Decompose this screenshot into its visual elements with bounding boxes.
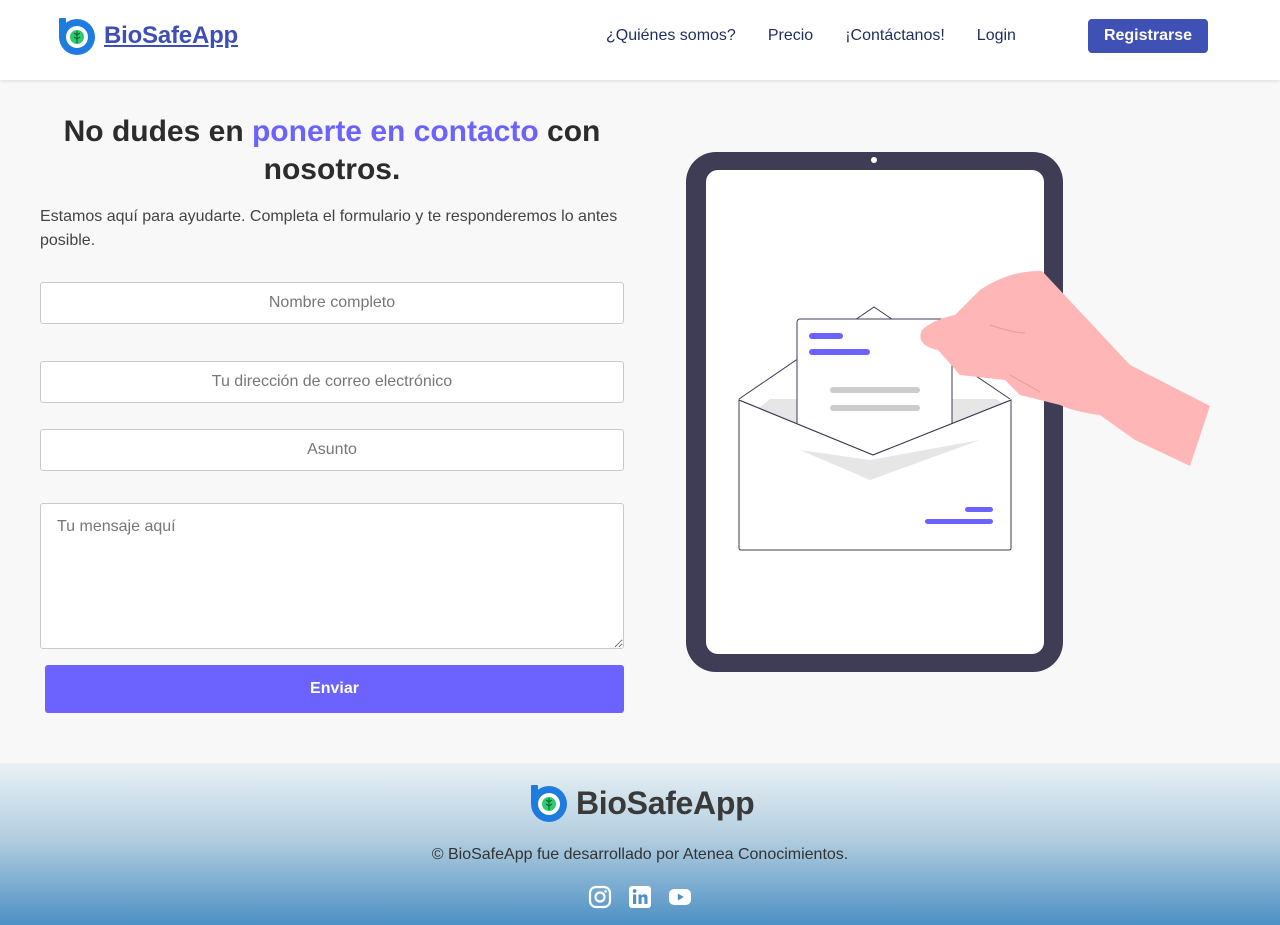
contact-illustration (686, 152, 1210, 672)
register-button[interactable]: Registrarse (1087, 19, 1208, 53)
contact-section: No dudes en ponerte en contacto con noso… (0, 80, 1280, 763)
biosafe-logo-icon (59, 18, 95, 55)
letter-line-1 (809, 333, 843, 339)
envelope-line-2 (925, 519, 993, 524)
page-title: No dudes en ponerte en contacto con noso… (40, 113, 624, 189)
main-nav: ¿Quiénes somos? Precio ¡Contáctanos! Log… (574, 19, 1208, 53)
title-part-1: No dudes en (63, 115, 252, 148)
footer-brand-name: BioSafeApp (576, 784, 755, 821)
footer-logo-icon (531, 785, 567, 822)
letter-line-2 (809, 349, 870, 355)
instagram-icon[interactable] (588, 885, 612, 909)
full-name-input[interactable] (40, 282, 624, 324)
youtube-icon[interactable] (668, 885, 692, 909)
email-input[interactable] (40, 361, 624, 403)
title-accent: ponerte en contacto (251, 115, 539, 148)
nav-pricing[interactable]: Precio (768, 19, 813, 53)
social-links (588, 885, 708, 909)
intro-text: Estamos aquí para ayudarte. Completa el … (40, 208, 618, 249)
site-footer: BioSafeApp © BioSafeApp fue desarrollado… (0, 763, 1280, 925)
brand-name: BioSafeApp (104, 22, 239, 49)
copyright-text: © BioSafeApp fue desarrollado por Atenea… (431, 846, 849, 863)
brand-link[interactable]: BioSafeApp (56, 16, 238, 56)
site-header: BioSafeApp ¿Quiénes somos? Precio ¡Contá… (0, 0, 1280, 80)
footer-brand: BioSafeApp (528, 783, 755, 823)
envelope-line-1 (965, 507, 993, 512)
letter-line-3 (830, 387, 920, 393)
nav-about[interactable]: ¿Quiénes somos? (606, 19, 736, 53)
letter-line-4 (830, 405, 920, 411)
message-textarea[interactable] (40, 503, 624, 649)
send-button[interactable]: Enviar (45, 665, 624, 713)
nav-contact[interactable]: ¡Contáctanos! (845, 19, 945, 53)
nav-login[interactable]: Login (977, 19, 1016, 53)
subject-input[interactable] (40, 429, 624, 471)
linkedin-icon[interactable] (628, 885, 652, 909)
tablet-camera (871, 157, 877, 163)
